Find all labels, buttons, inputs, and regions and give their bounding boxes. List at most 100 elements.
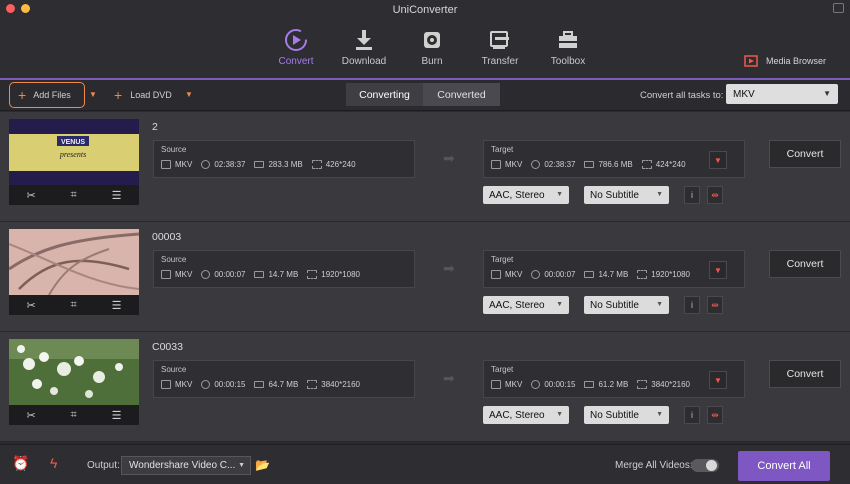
target-settings-dropdown[interactable]: ▼	[709, 371, 727, 389]
video-thumbnail[interactable]	[8, 229, 140, 296]
target-size: 14.7 MB	[598, 270, 629, 279]
film-icon	[491, 380, 501, 389]
target-duration: 02:38:37	[544, 160, 576, 169]
target-format: MKV	[505, 270, 523, 279]
split-icon[interactable]: ⇹	[707, 296, 723, 314]
media-browser-button[interactable]: Media Browser	[744, 55, 826, 67]
audio-select[interactable]: AAC, Stereo ▼	[483, 296, 569, 314]
target-size: 61.2 MB	[598, 380, 629, 389]
resolution-icon	[307, 380, 318, 389]
load-dvd-button[interactable]: + Load DVD	[114, 82, 172, 108]
clock-icon	[531, 160, 541, 169]
thumb-logo-text: VENUS	[61, 139, 85, 146]
convert-button[interactable]: Convert	[769, 360, 841, 388]
plus-icon: +	[114, 87, 123, 103]
toggle-knob	[706, 460, 717, 471]
film-icon	[161, 270, 171, 279]
add-files-label: Add Files	[33, 90, 71, 100]
effects-icon[interactable]: ☰	[112, 409, 122, 422]
subtitle-select[interactable]: No Subtitle ▼	[584, 296, 669, 314]
source-size: 283.3 MB	[268, 160, 303, 169]
download-icon	[330, 26, 398, 54]
target-settings-dropdown[interactable]: ▼	[709, 261, 727, 279]
audio-select[interactable]: AAC, Stereo ▼	[483, 406, 569, 424]
output-folder-select[interactable]: Wondershare Video C... ▼	[121, 456, 251, 475]
folder-icon	[254, 271, 265, 278]
subtitle-value: No Subtitle	[590, 299, 639, 311]
subtitle-value: No Subtitle	[590, 409, 639, 421]
thumbnail-edit-bar: ✂ ⌗ ☰	[9, 295, 139, 315]
target-resolution: 3840*2160	[651, 380, 690, 389]
merge-all-toggle[interactable]	[691, 459, 719, 472]
source-duration: 02:38:37	[214, 160, 246, 169]
nav-burn[interactable]: Burn	[398, 26, 466, 67]
nav-burn-label: Burn	[421, 56, 443, 67]
output-format-value: MKV	[733, 88, 755, 100]
convert-button[interactable]: Convert	[769, 250, 841, 278]
trim-icon[interactable]: ✂	[26, 409, 35, 422]
crop-icon[interactable]: ⌗	[71, 299, 77, 312]
transfer-icon	[466, 26, 534, 54]
output-folder-value: Wondershare Video C...	[129, 460, 236, 471]
split-icon[interactable]: ⇹	[707, 186, 723, 204]
convert-button[interactable]: Convert	[769, 140, 841, 168]
source-format: MKV	[175, 270, 193, 279]
crop-icon[interactable]: ⌗	[71, 189, 77, 202]
target-duration: 00:00:07	[544, 270, 576, 279]
load-dvd-dropdown-icon[interactable]: ▼	[185, 90, 193, 99]
thumb-presents-text: presents	[59, 150, 86, 159]
effects-icon[interactable]: ☰	[112, 299, 122, 312]
audio-select[interactable]: AAC, Stereo ▼	[483, 186, 569, 204]
nav-transfer-label: Transfer	[481, 56, 519, 67]
nav-download[interactable]: Download	[330, 26, 398, 67]
target-format: MKV	[505, 160, 523, 169]
target-settings-dropdown[interactable]: ▼	[709, 151, 727, 169]
effects-icon[interactable]: ☰	[112, 189, 122, 202]
nav-convert[interactable]: Convert	[262, 26, 330, 67]
subtitle-select[interactable]: No Subtitle ▼	[584, 186, 669, 204]
lightning-icon[interactable]: ϟ	[50, 455, 57, 471]
thumbnail-edit-bar: ✂ ⌗ ☰	[9, 405, 139, 425]
info-icon[interactable]: i	[684, 186, 700, 204]
nav-download-label: Download	[341, 56, 387, 67]
footer-bar: ⏰ ϟ Output: Wondershare Video C... ▼ 📂 M…	[0, 444, 850, 484]
window-menu-icon[interactable]	[833, 3, 844, 13]
source-size: 14.7 MB	[268, 270, 299, 279]
target-format: MKV	[505, 380, 523, 389]
video-thumbnail[interactable]	[9, 339, 139, 405]
trim-icon[interactable]: ✂	[26, 189, 35, 202]
clock-icon	[201, 160, 211, 169]
subtitle-select[interactable]: No Subtitle ▼	[584, 406, 669, 424]
output-format-select[interactable]: MKV ▼	[726, 84, 838, 104]
source-info: Source MKV 02:38:37 283.3 MB 426*240	[153, 140, 415, 178]
nav-toolbox[interactable]: Toolbox	[534, 26, 602, 67]
source-resolution: 3840*2160	[321, 380, 360, 389]
video-thumbnail[interactable]: VENUS presents	[9, 119, 139, 185]
status-tabs: Converting Converted	[346, 83, 500, 106]
target-info: Target MKV 02:38:37 786.6 MB 424*240	[483, 140, 745, 178]
tab-converted[interactable]: Converted	[423, 83, 500, 106]
source-resolution: 426*240	[325, 160, 356, 169]
chevron-down-icon: ▼	[556, 411, 563, 418]
add-files-dropdown-icon[interactable]: ▼	[89, 90, 97, 99]
nav-transfer[interactable]: Transfer	[466, 26, 534, 67]
film-icon	[161, 160, 171, 169]
source-info: Source MKV 00:00:07 14.7 MB 1920*1080	[153, 250, 415, 288]
crop-icon[interactable]: ⌗	[71, 409, 77, 422]
film-icon	[491, 160, 501, 169]
nav-toolbox-label: Toolbox	[550, 56, 586, 67]
app-title: UniConverter	[392, 4, 458, 16]
source-duration: 00:00:15	[214, 380, 246, 389]
convert-all-button[interactable]: Convert All	[738, 451, 830, 481]
trim-icon[interactable]: ✂	[26, 299, 35, 312]
open-folder-icon[interactable]: 📂	[255, 458, 270, 472]
tab-converting[interactable]: Converting	[346, 83, 423, 106]
alarm-clock-icon[interactable]: ⏰	[12, 455, 29, 472]
file-name: C0033	[152, 341, 183, 353]
info-icon[interactable]: i	[684, 406, 700, 424]
info-icon[interactable]: i	[684, 296, 700, 314]
split-icon[interactable]: ⇹	[707, 406, 723, 424]
target-label: Target	[491, 255, 514, 264]
add-files-button[interactable]: + Add Files	[9, 82, 85, 108]
convert-icon	[262, 26, 330, 54]
